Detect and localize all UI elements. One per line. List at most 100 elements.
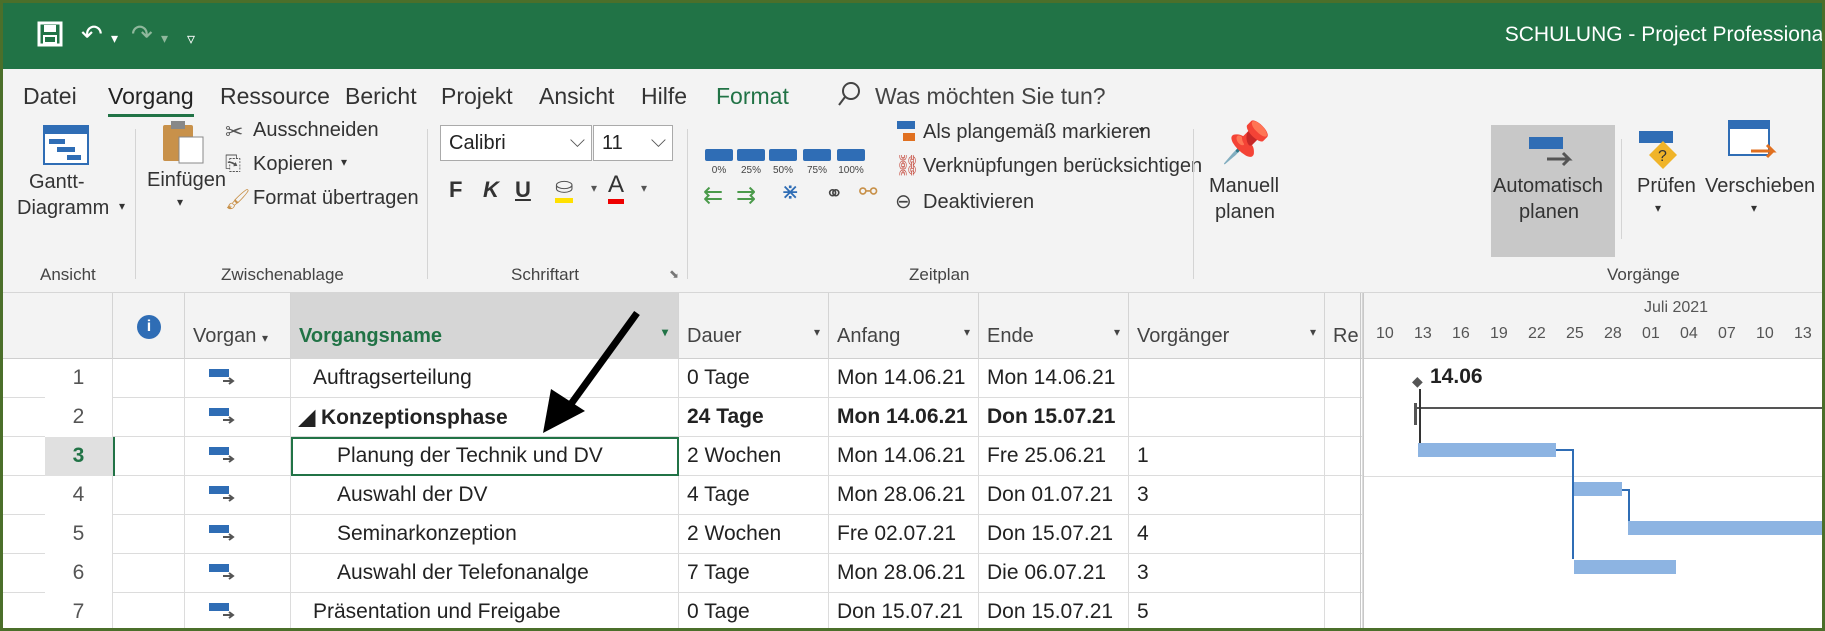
mark-on-track-button[interactable]: Als plangemäß markieren (923, 121, 1151, 144)
start-cell[interactable]: Don 15.07.21 (829, 593, 979, 628)
customize-quick-access-icon[interactable]: ▿ (187, 27, 195, 53)
mark-on-track-dropdown-icon[interactable]: ▾ (1139, 123, 1145, 137)
undo-dropdown-icon[interactable]: ▾ (111, 25, 118, 51)
format-painter-button[interactable]: Format übertragen (253, 187, 419, 210)
font-color-dropdown-icon[interactable]: ▾ (641, 181, 647, 195)
gantt-chart[interactable]: Juli 2021 10 13 16 19 22 25 28 01 04 07 … (1360, 293, 1822, 628)
paste-button[interactable]: Einfügen ▾ (145, 119, 226, 239)
copy-dropdown-icon[interactable]: ▾ (341, 155, 347, 169)
start-cell[interactable]: Mon 28.06.21 (829, 476, 979, 515)
tab-format[interactable]: Format (716, 83, 789, 110)
start-cell[interactable]: Mon 14.06.21 (829, 398, 979, 437)
finish-cell[interactable]: Die 06.07.21 (979, 554, 1129, 593)
pct-50-button[interactable] (769, 149, 797, 161)
table-row[interactable]: 5 Seminarkonzeption 2 Wochen Fre 02.07.2… (3, 515, 1363, 554)
task-bar[interactable] (1418, 443, 1556, 457)
table-row[interactable]: 2 ◢ Konzeptionsphase 24 Tage Mon 14.06.2… (3, 398, 1363, 437)
font-name-combo[interactable]: Calibri ⌵ (440, 125, 592, 161)
duration-cell[interactable]: 2 Wochen (679, 437, 829, 476)
header-duration[interactable]: Dauer ▾ (679, 293, 829, 359)
duration-cell[interactable]: 7 Tage (679, 554, 829, 593)
resources-cell[interactable] (1325, 515, 1363, 554)
task-name-cell[interactable]: Auswahl der DV (291, 476, 679, 515)
pct-100-button[interactable] (837, 149, 865, 161)
outdent-icon[interactable]: ⇇ (703, 181, 723, 210)
resources-cell[interactable] (1325, 476, 1363, 515)
highlight-color-button[interactable]: ⛀ (555, 173, 574, 203)
pct-25-button[interactable] (737, 149, 765, 161)
redo-icon[interactable]: ↷ (131, 21, 153, 47)
start-cell[interactable]: Fre 02.07.21 (829, 515, 979, 554)
table-row[interactable]: 1 Auftragserteilung 0 Tage Mon 14.06.21 … (3, 359, 1363, 398)
table-row[interactable]: 7 Präsentation und Freigabe 0 Tage Don 1… (3, 593, 1363, 628)
tab-ansicht[interactable]: Ansicht (539, 83, 614, 110)
duration-cell[interactable]: 2 Wochen (679, 515, 829, 554)
tab-vorgang[interactable]: Vorgang (108, 83, 194, 117)
unlink-tasks-icon[interactable]: ⚯ (859, 179, 877, 205)
tell-me-input[interactable]: Was möchten Sie tun? (875, 83, 1106, 110)
task-bar[interactable] (1628, 521, 1822, 535)
manual-schedule-button[interactable]: 📌 Manuell planen (1203, 119, 1283, 249)
duration-cell[interactable]: 24 Tage (679, 398, 829, 437)
tab-ressource[interactable]: Ressource (220, 83, 330, 110)
start-cell[interactable]: Mon 28.06.21 (829, 554, 979, 593)
table-row[interactable]: 4 Auswahl der DV 4 Tage Mon 28.06.21 Don… (3, 476, 1363, 515)
header-start[interactable]: Anfang ▾ (829, 293, 979, 359)
font-color-button[interactable]: A (608, 171, 625, 204)
undo-icon[interactable]: ↶ (81, 21, 103, 47)
summary-bar[interactable] (1414, 407, 1822, 409)
header-predecessors[interactable]: Vorgänger ▾ (1129, 293, 1325, 359)
gantt-chart-button[interactable]: Gantt- Diagramm ▾ (13, 123, 125, 243)
header-finish[interactable]: Ende ▾ (979, 293, 1129, 359)
table-row[interactable]: 6 Auswahl der Telefonanalge 7 Tage Mon 2… (3, 554, 1363, 593)
header-info[interactable]: i (113, 293, 185, 359)
task-name-cell[interactable]: Präsentation und Freigabe (291, 593, 679, 628)
resources-cell[interactable] (1325, 554, 1363, 593)
pct-0-button[interactable] (705, 149, 733, 161)
save-icon[interactable] (37, 21, 63, 51)
header-resources[interactable]: Re (1325, 293, 1363, 359)
predecessors-cell[interactable]: 3 (1129, 554, 1325, 593)
duration-cell[interactable]: 4 Tage (679, 476, 829, 515)
predecessors-cell[interactable]: 3 (1129, 476, 1325, 515)
auto-schedule-button[interactable]: Automatisch planen (1491, 125, 1615, 257)
predecessors-cell[interactable]: 5 (1129, 593, 1325, 628)
resources-cell[interactable] (1325, 593, 1363, 628)
respect-links-button[interactable]: Verknüpfungen berücksichtigen (923, 155, 1202, 178)
predecessors-cell[interactable] (1129, 398, 1325, 437)
predecessors-cell[interactable]: 4 (1129, 515, 1325, 554)
copy-button[interactable]: Kopieren (253, 153, 333, 176)
header-mode[interactable]: Vorgan ▾ (185, 293, 291, 359)
tab-projekt[interactable]: Projekt (441, 83, 513, 110)
predecessors-cell[interactable]: 1 (1129, 437, 1325, 476)
tab-datei[interactable]: Datei (23, 83, 77, 110)
inactivate-button[interactable]: Deaktivieren (923, 191, 1034, 214)
show-subtasks-icon[interactable]: ⋇ (781, 179, 799, 205)
start-cell[interactable]: Mon 14.06.21 (829, 359, 979, 398)
pct-75-button[interactable] (803, 149, 831, 161)
task-name-cell[interactable]: Seminarkonzeption (291, 515, 679, 554)
move-button[interactable]: Verschieben ▾ (1697, 119, 1815, 249)
table-row-selected[interactable]: 3 Planung der Technik und DV 2 Wochen Mo… (3, 437, 1363, 476)
redo-dropdown-icon[interactable]: ▾ (161, 25, 168, 51)
duration-cell[interactable]: 0 Tage (679, 359, 829, 398)
tab-hilfe[interactable]: Hilfe (641, 83, 687, 110)
finish-cell[interactable]: Don 01.07.21 (979, 476, 1129, 515)
resources-cell[interactable] (1325, 359, 1363, 398)
start-cell[interactable]: Mon 14.06.21 (829, 437, 979, 476)
resources-cell[interactable] (1325, 398, 1363, 437)
bold-button[interactable]: F (449, 177, 462, 203)
task-name-cell[interactable]: Auswahl der Telefonanalge (291, 554, 679, 593)
highlight-dropdown-icon[interactable]: ▾ (591, 181, 597, 195)
font-size-combo[interactable]: 11 ⌵ (593, 125, 673, 161)
inspect-button[interactable]: ? Prüfen ▾ (1627, 119, 1697, 249)
predecessors-cell[interactable] (1129, 359, 1325, 398)
finish-cell[interactable]: Don 15.07.21 (979, 515, 1129, 554)
duration-cell[interactable]: 0 Tage (679, 593, 829, 628)
finish-cell[interactable]: Fre 25.06.21 (979, 437, 1129, 476)
tab-bericht[interactable]: Bericht (345, 83, 417, 110)
dialog-launcher-icon[interactable]: ⬊ (669, 267, 679, 281)
finish-cell[interactable]: Don 15.07.21 (979, 398, 1129, 437)
cut-button[interactable]: Ausschneiden (253, 119, 379, 142)
underline-button[interactable]: U (515, 177, 531, 203)
